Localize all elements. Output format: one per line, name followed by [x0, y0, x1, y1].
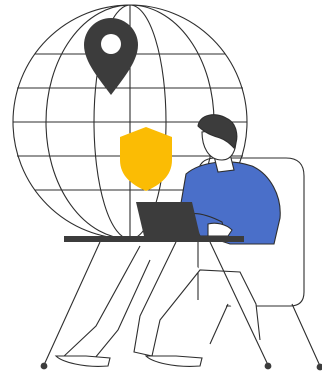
- shield-icon: [120, 127, 172, 191]
- security-illustration: [12, 4, 322, 371]
- laptop-icon: [136, 202, 200, 236]
